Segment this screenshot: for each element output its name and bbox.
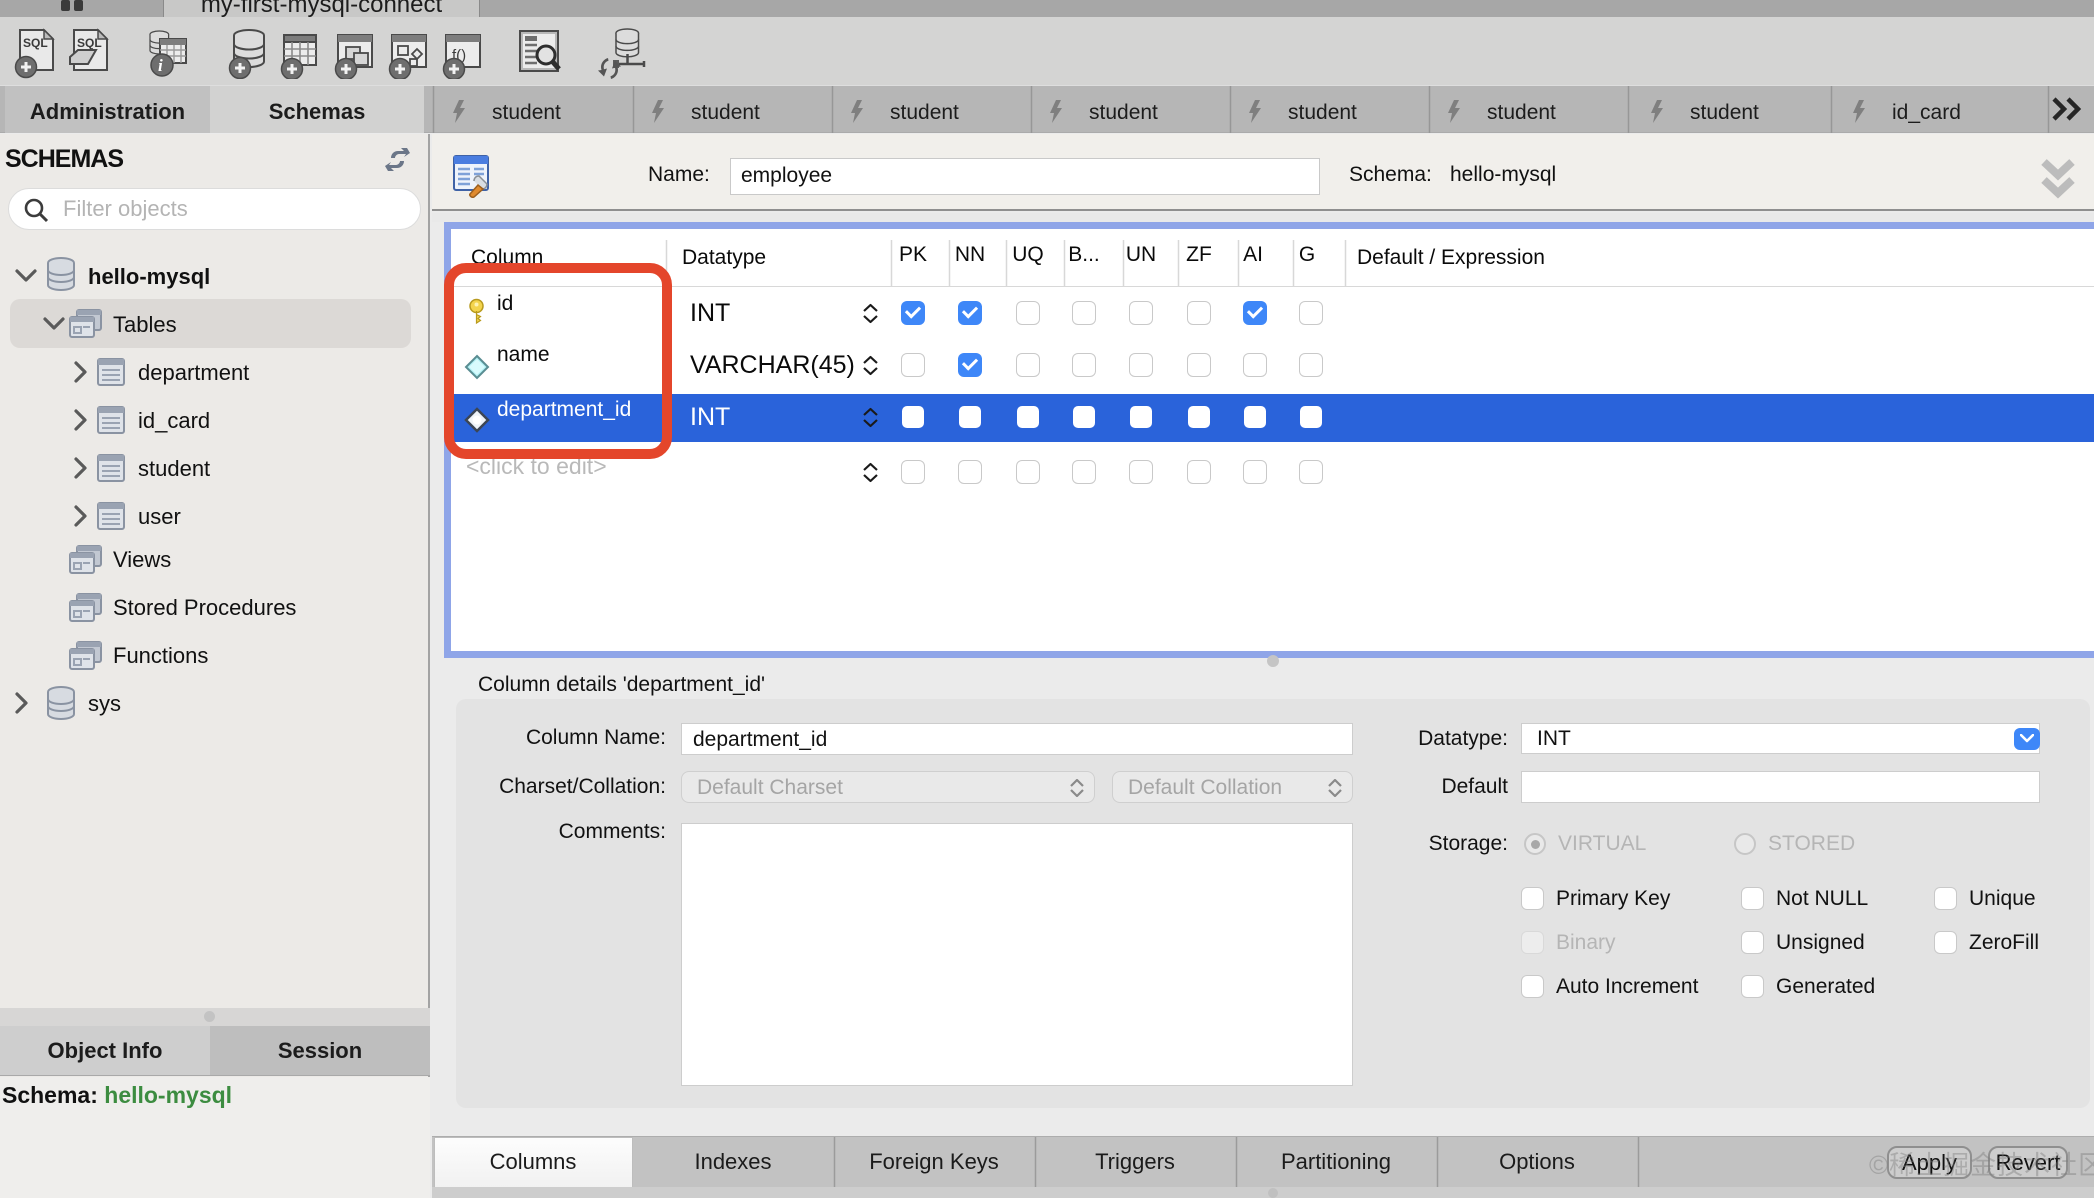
svg-text:id_card: id_card (1892, 101, 1961, 124)
svg-text:student: student (1089, 101, 1158, 124)
svg-text:i: i (158, 56, 163, 75)
svg-text:student: student (1690, 101, 1759, 124)
svg-text:student: student (890, 101, 959, 124)
svg-text:student: student (1487, 101, 1556, 124)
svg-text:student: student (492, 101, 561, 124)
svg-text:student: student (1288, 101, 1357, 124)
svg-text:student: student (691, 101, 760, 124)
